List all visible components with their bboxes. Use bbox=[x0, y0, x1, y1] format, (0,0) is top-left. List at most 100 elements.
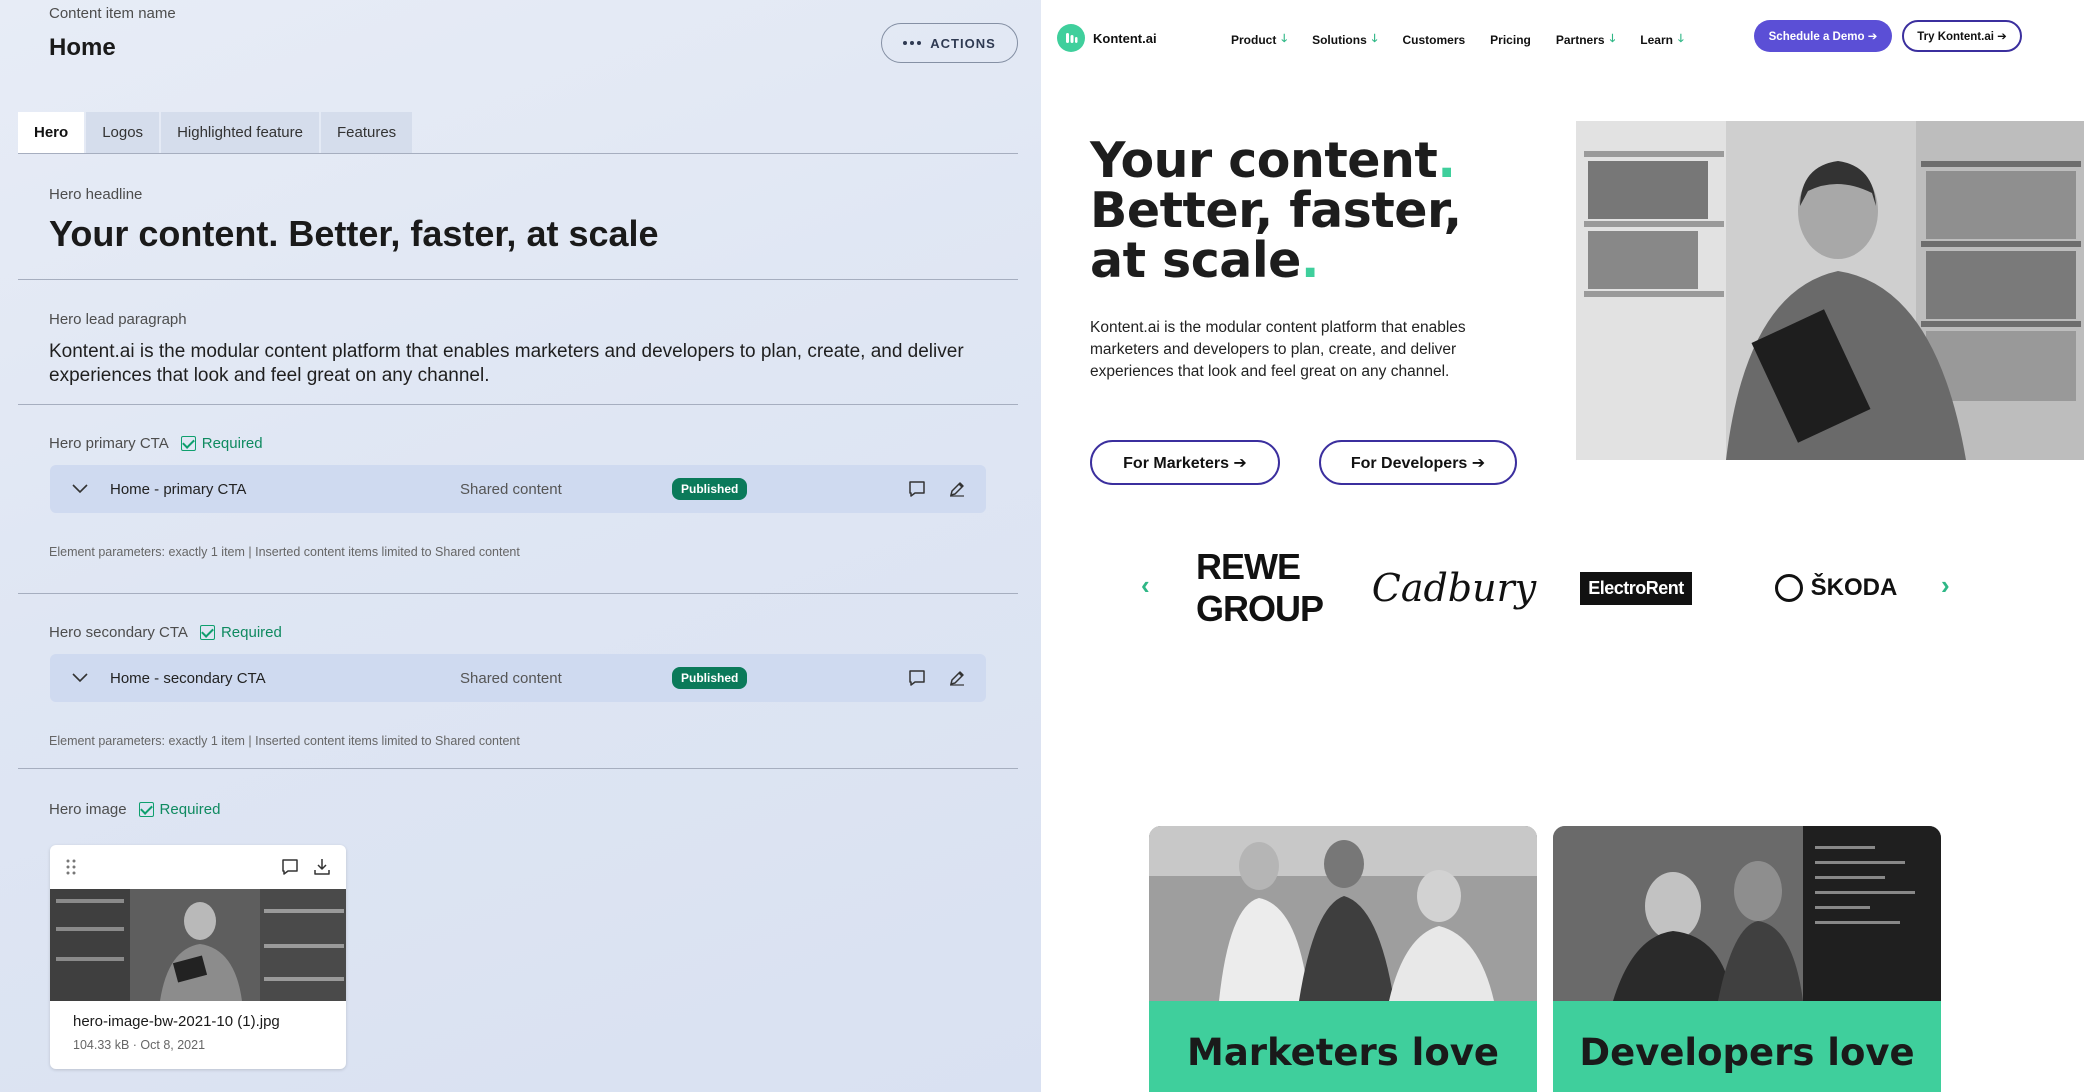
content-item-title[interactable]: Home bbox=[49, 34, 116, 62]
asset-tile[interactable]: hero-image-bw-2021-10 (1).jpg 104.33 kB … bbox=[50, 845, 346, 1069]
actions-button[interactable]: ACTIONS bbox=[881, 23, 1018, 63]
brand-rewe-text: REWE GROUP bbox=[1196, 546, 1324, 629]
arrow-down-icon: 🡓 bbox=[1281, 33, 1288, 45]
asset-file-meta: 104.33 kB · Oct 8, 2021 bbox=[73, 1038, 206, 1052]
logo-text: Kontent.ai bbox=[1093, 30, 1157, 46]
developers-photo bbox=[1553, 826, 1941, 1001]
comment-icon[interactable] bbox=[907, 479, 927, 499]
linked-item-name: Home - primary CTA bbox=[110, 480, 247, 498]
brand-electrorent-text: ElectroRent bbox=[1580, 571, 1692, 605]
arrow-down-icon: 🡓 bbox=[1609, 33, 1616, 45]
schedule-demo-button[interactable]: Schedule a Demo ➔ bbox=[1754, 20, 1892, 52]
nav-customers[interactable]: Customers bbox=[1402, 30, 1465, 49]
more-dots-icon bbox=[903, 41, 922, 45]
brand-skoda-text: ŠKODA bbox=[1810, 574, 1898, 601]
hero-image-label: Hero image bbox=[49, 801, 127, 818]
divider bbox=[18, 279, 1018, 280]
hero-photo bbox=[1576, 121, 2084, 460]
comment-icon[interactable] bbox=[907, 668, 927, 688]
divider bbox=[18, 593, 1018, 594]
hero-headline-label: Hero headline bbox=[49, 186, 143, 203]
carousel-prev-arrow-icon[interactable]: ‹ bbox=[1141, 570, 1150, 601]
kontent-logo-icon bbox=[1057, 24, 1085, 52]
element-tabs: Hero Logos Highlighted feature Features bbox=[18, 112, 414, 153]
hero-line-2: Better, faster, bbox=[1090, 182, 1462, 239]
chevron-down-icon[interactable] bbox=[64, 673, 96, 683]
nav-label: Solutions bbox=[1312, 32, 1367, 47]
nav-partners[interactable]: Partners 🡓 bbox=[1556, 30, 1615, 49]
required-label: Required bbox=[220, 624, 282, 641]
required-check-icon bbox=[199, 625, 215, 640]
hero-image-header: Hero image Required bbox=[49, 801, 220, 818]
hero-line-1: Your content bbox=[1090, 132, 1438, 189]
required-check-icon bbox=[180, 436, 196, 451]
hero-lead-label: Hero lead paragraph bbox=[49, 311, 187, 328]
nav-pricing[interactable]: Pricing bbox=[1490, 30, 1531, 49]
marketers-card[interactable]: Marketers love bbox=[1149, 826, 1537, 1092]
hero-headline: Your content. Better, faster, at scale. bbox=[1090, 136, 1462, 286]
carousel-next-arrow-icon[interactable]: › bbox=[1941, 570, 1950, 601]
required-label: Required bbox=[159, 801, 221, 818]
nav-learn[interactable]: Learn 🡓 bbox=[1640, 30, 1683, 49]
arrow-down-icon: 🡓 bbox=[1371, 33, 1378, 45]
actions-button-label: ACTIONS bbox=[930, 35, 996, 51]
accent-dot: . bbox=[1437, 132, 1456, 189]
for-developers-button[interactable]: For Developers ➔ bbox=[1319, 440, 1517, 485]
primary-cta-params: Element parameters: exactly 1 item | Ins… bbox=[49, 545, 520, 559]
divider bbox=[18, 153, 1018, 154]
tab-features[interactable]: Features bbox=[320, 112, 413, 153]
main-nav: Product 🡓 Solutions 🡓 Customers Pricing Pa… bbox=[1231, 30, 1709, 49]
comment-icon[interactable] bbox=[280, 857, 300, 877]
nav-label: Customers bbox=[1402, 32, 1466, 47]
tab-hero[interactable]: Hero bbox=[18, 112, 85, 153]
primary-cta-label: Hero primary CTA bbox=[49, 435, 169, 452]
linked-item-primary-cta[interactable]: Home - primary CTA Shared content Publis… bbox=[50, 465, 986, 513]
developers-card-title: Developers love bbox=[1579, 1031, 1915, 1074]
nav-label: Product bbox=[1231, 32, 1277, 47]
secondary-cta-params: Element parameters: exactly 1 item | Ins… bbox=[49, 734, 520, 748]
secondary-cta-header: Hero secondary CTA Required bbox=[49, 624, 282, 641]
primary-cta-header: Hero primary CTA Required bbox=[49, 435, 263, 452]
nav-label: Partners bbox=[1555, 32, 1605, 47]
hero-lead-input[interactable]: Kontent.ai is the modular content platfo… bbox=[49, 340, 989, 388]
required-label: Required bbox=[201, 435, 263, 452]
divider bbox=[18, 404, 1018, 405]
try-kontent-button[interactable]: Try Kontent.ai ➔ bbox=[1902, 20, 2022, 52]
required-check-icon bbox=[138, 802, 154, 817]
nav-solutions[interactable]: Solutions 🡓 bbox=[1312, 30, 1377, 49]
arrow-down-icon: 🡓 bbox=[1677, 33, 1684, 45]
tab-highlighted-feature[interactable]: Highlighted feature bbox=[161, 112, 319, 153]
secondary-cta-label: Hero secondary CTA bbox=[49, 624, 188, 641]
accent-dot: . bbox=[1300, 232, 1320, 289]
logo-carousel: ‹ REWE GROUP Cadbury ElectroRent ŠKODA › bbox=[1141, 546, 1981, 629]
asset-file-name: hero-image-bw-2021-10 (1).jpg bbox=[73, 1013, 280, 1030]
brand-logo-cadbury: Cadbury bbox=[1372, 560, 1537, 616]
download-icon[interactable] bbox=[312, 857, 332, 877]
item-name-label: Content item name bbox=[49, 5, 176, 22]
edit-pencil-icon[interactable] bbox=[947, 668, 967, 688]
skoda-emblem-icon bbox=[1774, 574, 1803, 602]
marketers-card-title: Marketers love bbox=[1187, 1031, 1499, 1074]
for-marketers-button[interactable]: For Marketers ➔ bbox=[1090, 440, 1280, 485]
brand-cadbury-text: Cadbury bbox=[1371, 566, 1537, 610]
brand-logo-skoda: ŠKODA bbox=[1761, 560, 1911, 616]
drag-handle-icon[interactable] bbox=[66, 859, 76, 875]
hero-paragraph: Kontent.ai is the modular content platfo… bbox=[1090, 319, 1466, 380]
tab-logos[interactable]: Logos bbox=[86, 112, 160, 153]
chevron-down-icon[interactable] bbox=[64, 484, 96, 494]
developers-card[interactable]: Developers love bbox=[1553, 826, 1941, 1092]
kontent-logo[interactable]: Kontent.ai bbox=[1057, 24, 1157, 52]
nav-label: Pricing bbox=[1490, 32, 1531, 47]
marketers-photo bbox=[1149, 826, 1537, 1001]
divider bbox=[18, 768, 1018, 769]
brand-logo-electrorent: ElectroRent bbox=[1573, 560, 1699, 616]
hero-headline-input[interactable]: Your content. Better, faster, at scale bbox=[49, 213, 659, 255]
linked-item-name: Home - secondary CTA bbox=[110, 669, 266, 687]
nav-product[interactable]: Product 🡓 bbox=[1231, 30, 1287, 49]
asset-thumbnail bbox=[50, 889, 346, 1001]
edit-pencil-icon[interactable] bbox=[947, 479, 967, 499]
linked-item-secondary-cta[interactable]: Home - secondary CTA Shared content Publ… bbox=[50, 654, 986, 702]
linked-item-type: Shared content bbox=[460, 669, 562, 687]
linked-item-type: Shared content bbox=[460, 480, 562, 498]
brand-logo-rewe: REWE GROUP bbox=[1196, 546, 1336, 629]
